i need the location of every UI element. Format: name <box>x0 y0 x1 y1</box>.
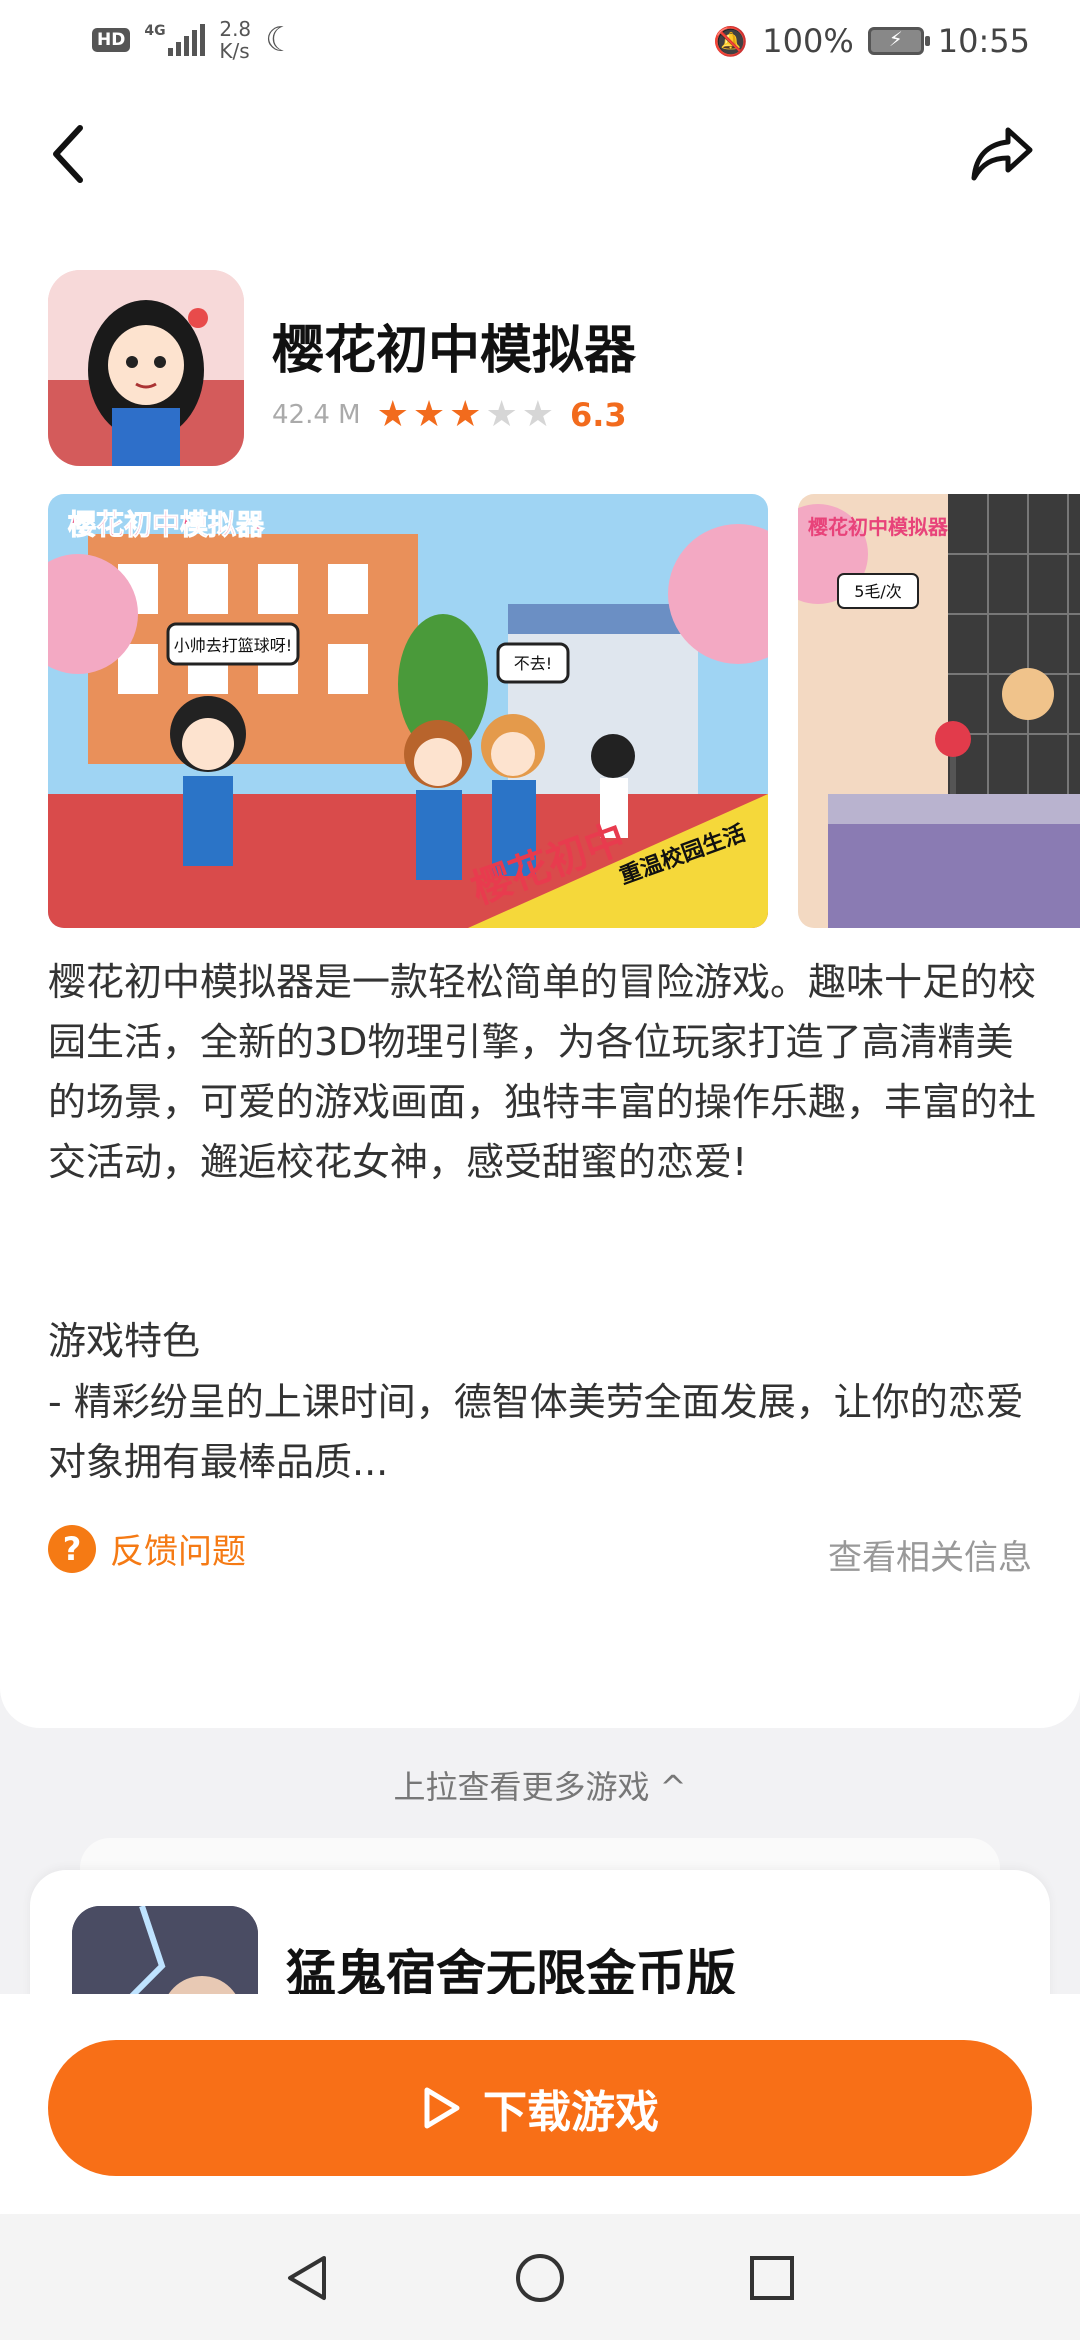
hd-badge: HD <box>92 28 131 52</box>
speed-value: 2.8 <box>219 17 252 41</box>
star-icon: ★ <box>412 394 446 435</box>
feedback-link[interactable]: ? 反馈问题 <box>48 1524 246 1573</box>
back-arrow-icon[interactable] <box>48 122 108 192</box>
features-text: - 精彩纷呈的上课时间，德智体美劳全面发展，让你的恋爱对象拥有最棒品质... <box>48 1380 1024 1484</box>
app-detail-page: HD 4G 2.8 K/s ☾ 🔕 100% ⚡ 10:55 樱花初中模拟器 4… <box>0 0 1080 2340</box>
features-title: 游戏特色 <box>48 1319 201 1363</box>
bubble-text-2: 不去! <box>514 654 552 673</box>
description-text: 樱花初中模拟器是一款轻松简单的冒险游戏。趣味十足的校园生活，全新的3D物理引擎，… <box>48 960 1037 1184</box>
nav-back-icon[interactable] <box>280 2250 336 2306</box>
price-tag-text: 5毛/次 <box>854 582 902 601</box>
screenshot-1[interactable]: 小帅去打篮球呀! 不去! 樱花初中模拟器 樱花初中 重温校园生活 <box>48 494 768 928</box>
status-left: HD 4G 2.8 K/s ☾ <box>92 18 296 62</box>
description: 樱花初中模拟器是一款轻松简单的冒险游戏。趣味十足的校园生活，全新的3D物理引擎，… <box>48 952 1038 1192</box>
download-button[interactable]: 下载游戏 <box>48 2040 1032 2176</box>
screenshot-logo-1: 樱花初中模拟器 <box>68 508 265 541</box>
speed-unit: K/s <box>219 39 250 63</box>
share-icon[interactable] <box>970 120 1040 190</box>
app-icon <box>48 270 244 466</box>
rating-stars: ★ ★ ★ ★ ★ <box>377 397 554 433</box>
moon-icon: ☾ <box>265 20 296 60</box>
nav-recent-icon[interactable] <box>744 2250 800 2306</box>
network-type: 4G <box>144 23 166 39</box>
download-label: 下载游戏 <box>483 2087 659 2138</box>
nav-home-icon[interactable] <box>512 2250 568 2306</box>
pull-up-hint[interactable]: 上拉查看更多游戏 ^ <box>0 1762 1080 1808</box>
screenshot-logo-2: 樱花初中模拟器 <box>808 515 949 539</box>
rating-score: 6.3 <box>570 396 627 434</box>
clock: 10:55 <box>937 22 1030 60</box>
status-right: 🔕 100% ⚡ 10:55 <box>713 22 1030 60</box>
screenshot-2[interactable]: 5毛/次 樱花初中模拟器 <box>798 494 1080 928</box>
signal-icon: 4G <box>144 23 206 56</box>
star-icon: ★ <box>485 394 518 435</box>
screenshot-carousel[interactable]: 小帅去打篮球呀! 不去! 樱花初中模拟器 樱花初中 重温校园生活 5毛/次 樱花… <box>48 494 1080 928</box>
system-nav-bar <box>0 2214 1080 2340</box>
bell-off-icon: 🔕 <box>713 24 749 58</box>
question-icon: ? <box>48 1524 96 1573</box>
app-size: 42.4 M <box>272 400 361 430</box>
battery-icon: ⚡ <box>867 27 930 55</box>
star-icon: ★ <box>376 394 409 435</box>
star-icon: ★ <box>521 394 554 435</box>
app-meta: 42.4 M ★ ★ ★ ★ ★ 6.3 <box>272 396 627 434</box>
feedback-label: 反馈问题 <box>110 1532 246 1572</box>
star-icon: ★ <box>449 394 482 435</box>
play-icon <box>424 2087 460 2129</box>
network-speed: 2.8 K/s <box>219 18 251 62</box>
status-bar: HD 4G 2.8 K/s ☾ 🔕 100% ⚡ 10:55 <box>0 0 1080 88</box>
battery-percent: 100% <box>762 22 854 60</box>
bubble-text-1: 小帅去打篮球呀! <box>174 636 292 655</box>
app-title: 樱花初中模拟器 <box>272 321 637 381</box>
related-info-link[interactable]: 查看相关信息 <box>828 1530 1032 1579</box>
